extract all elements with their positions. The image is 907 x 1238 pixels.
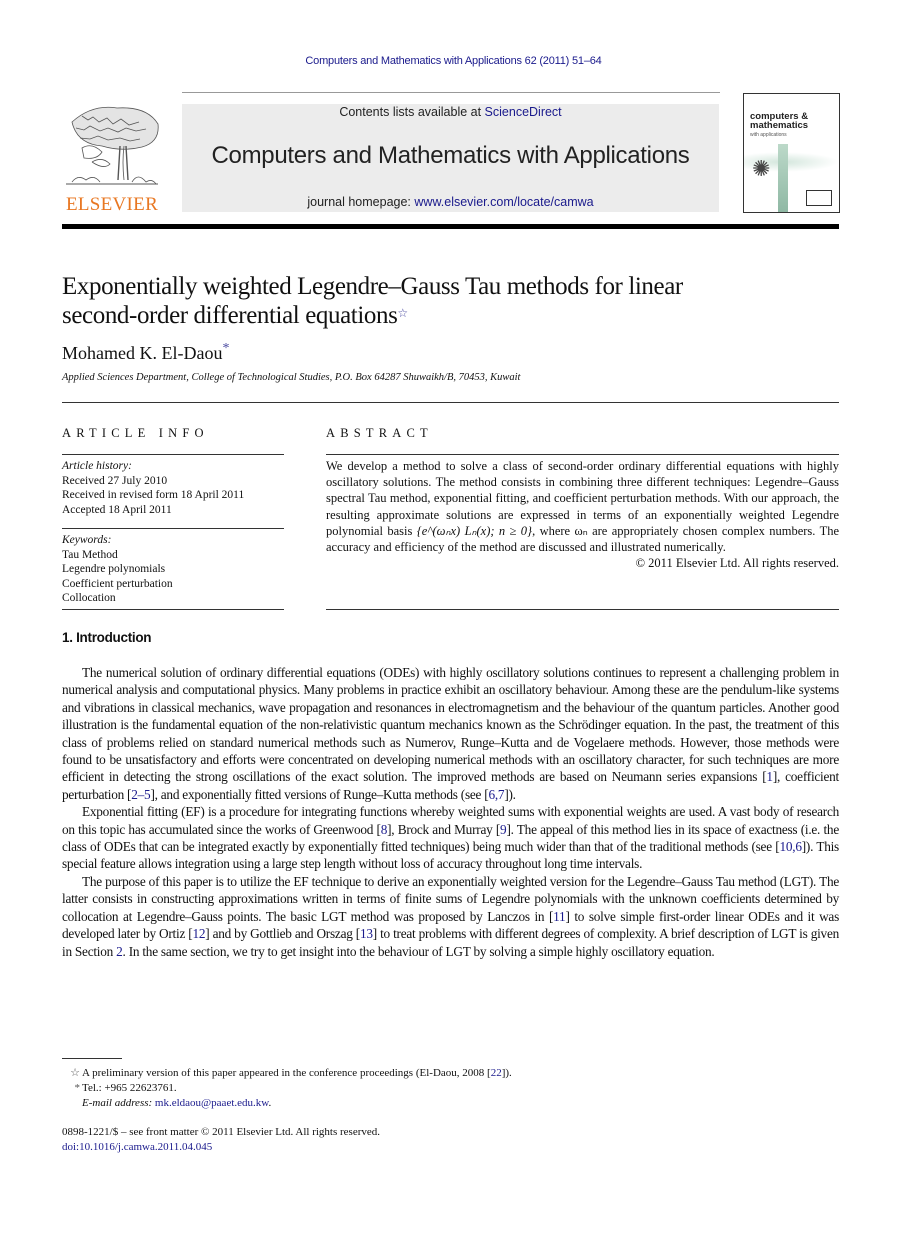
section-heading-introduction: 1. Introduction [62, 630, 152, 645]
footnote-star: ☆ A preliminary version of this paper app… [62, 1066, 662, 1081]
abstract-copyright: © 2011 Elsevier Ltd. All rights reserved… [635, 556, 839, 571]
homepage-prefix: journal homepage: [307, 195, 415, 209]
citation-link[interactable]: 10,6 [779, 839, 802, 854]
history-item: Accepted 18 April 2011 [62, 503, 172, 516]
divider [62, 402, 839, 403]
homepage-line: journal homepage: www.elsevier.com/locat… [182, 195, 719, 209]
citation-link[interactable]: 6,7 [488, 787, 504, 802]
journal-banner: Contents lists available at ScienceDirec… [182, 104, 719, 212]
journal-title: Computers and Mathematics with Applicati… [211, 142, 690, 169]
footnote-asterisk: * Tel.: +965 22623761. [62, 1081, 662, 1096]
header-top-rule [182, 92, 720, 93]
sciencedirect-link[interactable]: ScienceDirect [485, 105, 562, 119]
asterisk-footnote-icon: * [74, 1082, 81, 1094]
elsevier-tree-icon [66, 106, 159, 185]
divider [62, 609, 284, 610]
elsevier-logo[interactable]: ELSEVIER [62, 102, 162, 215]
email-label: E-mail address: [82, 1097, 155, 1109]
keywords: Keywords: Tau Method Legendre polynomial… [62, 533, 284, 606]
article-title: Exponentially weighted Legendre–Gauss Ta… [62, 273, 683, 329]
divider [62, 528, 284, 529]
star-footnote-icon: ☆ [70, 1067, 80, 1079]
email-line: E-mail address: mk.eldaou@paaet.edu.kw. [82, 1097, 272, 1109]
citation-link[interactable]: 11 [553, 909, 566, 924]
article-history: Article history: Received 27 July 2010 R… [62, 459, 284, 517]
article-info-heading: ARTICLE INFO [62, 426, 209, 440]
keyword: Collocation [62, 592, 116, 604]
doi-link[interactable]: doi:10.1016/j.camwa.2011.04.045 [62, 1140, 380, 1155]
cover-subtitle: with applications [750, 132, 787, 138]
journal-cover[interactable]: computers & mathematics with applications… [743, 93, 840, 213]
abstract-formula: {e^(ωₙx) Lₙ(x); n ≥ 0} [416, 523, 533, 538]
keywords-label: Keywords: [62, 534, 112, 546]
history-item: Received 27 July 2010 [62, 474, 168, 487]
telephone: Tel.: +965 22623761. [82, 1082, 177, 1094]
keyword: Coefficient perturbation [62, 577, 173, 590]
author: Mohamed K. El-Daou* [62, 341, 229, 364]
history-label: Article history: [62, 460, 132, 472]
keyword: Legendre polynomials [62, 563, 166, 575]
abstract-heading: ABSTRACT [326, 426, 433, 440]
keyword: Tau Method [62, 548, 118, 561]
paragraph: Exponential fitting (EF) is a procedure … [62, 804, 839, 872]
citation-link[interactable]: 13 [360, 926, 373, 941]
cover-title: computers & mathematics [750, 111, 809, 131]
divider [62, 454, 284, 455]
paragraph: The numerical solution of ordinary diffe… [62, 665, 839, 802]
header-thick-rule [62, 224, 839, 229]
history-item: Received in revised form 18 April 2011 [62, 489, 245, 501]
footnote-rule [62, 1058, 122, 1059]
elsevier-wordmark: ELSEVIER [65, 194, 159, 215]
contents-prefix: Contents lists available at [339, 105, 485, 119]
paragraph: The purpose of this paper is to utilize … [62, 873, 840, 959]
footnotes: ☆ A preliminary version of this paper app… [62, 1066, 662, 1111]
homepage-link[interactable]: www.elsevier.com/locate/camwa [414, 195, 593, 209]
author-footnote-mark[interactable]: * [222, 341, 229, 356]
issn-line: 0898-1221/$ – see front matter © 2011 El… [62, 1126, 381, 1138]
citation-link[interactable]: 2–5 [131, 787, 150, 802]
running-head[interactable]: Computers and Mathematics with Applicati… [0, 55, 907, 67]
front-matter: 0898-1221/$ – see front matter © 2011 El… [62, 1125, 380, 1155]
citation-link[interactable]: 12 [192, 926, 205, 941]
title-footnote-mark[interactable]: ☆ [397, 306, 408, 320]
cover-starburst-icon: ✺ [752, 156, 771, 181]
divider [326, 454, 839, 455]
divider [326, 609, 839, 610]
cover-badge [806, 190, 832, 206]
author-name: Mohamed K. El-Daou [62, 343, 223, 363]
abstract-body: We develop a method to solve a class of … [326, 459, 839, 571]
citation-link[interactable]: 22 [491, 1067, 502, 1079]
introduction-body: The numerical solution of ordinary diffe… [62, 664, 839, 960]
email-link[interactable]: mk.eldaou@paaet.edu.kw [155, 1097, 269, 1109]
cover-splash-graphic [778, 144, 788, 212]
contents-line: Contents lists available at ScienceDirec… [182, 105, 719, 119]
affiliation: Applied Sciences Department, College of … [62, 372, 521, 383]
